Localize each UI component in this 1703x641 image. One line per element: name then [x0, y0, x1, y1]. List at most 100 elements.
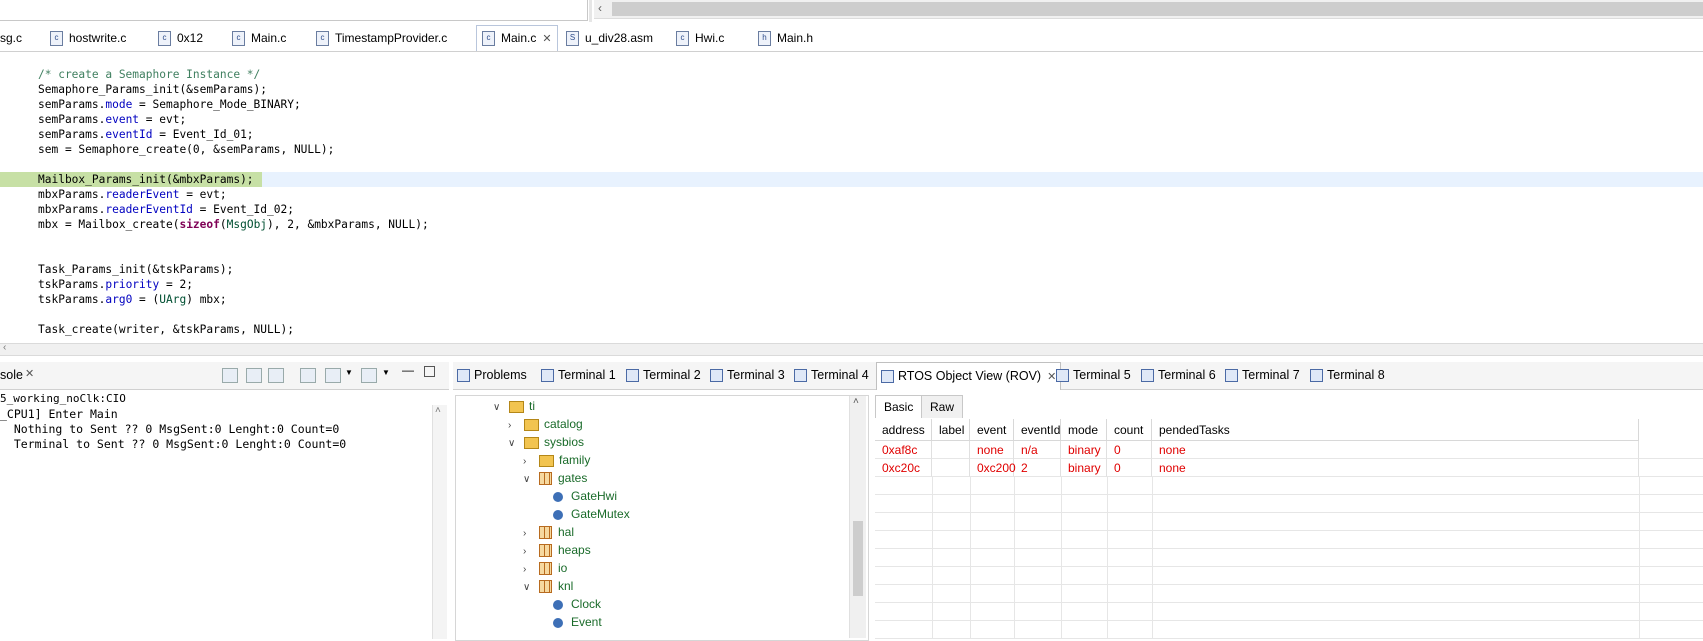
editor-tab[interactable]: c hostwrite.c: [50, 26, 126, 51]
editor-tab[interactable]: c TimestampProvider.c: [316, 26, 447, 51]
scroll-lock-icon[interactable]: [246, 368, 262, 383]
chevron-down-icon[interactable]: ∨: [523, 471, 533, 488]
console-subtitle: 5_working_noClk:CIO: [0, 392, 126, 405]
terminal-icon: [710, 369, 723, 383]
editor-tab-label: Main.c: [501, 31, 537, 45]
folder-icon: [539, 454, 554, 467]
chevron-down-icon[interactable]: ▼: [382, 368, 390, 377]
tab-terminal-7[interactable]: Terminal 7: [1225, 362, 1300, 389]
tab-terminal-4[interactable]: Terminal 4: [794, 362, 869, 389]
column-header[interactable]: eventId: [1014, 419, 1061, 441]
code-editor[interactable]: /* create a Semaphore Instance */ Semaph…: [0, 52, 1703, 342]
table-cell: [932, 459, 970, 477]
close-tab-icon[interactable]: ✕: [1047, 371, 1056, 383]
open-console-icon[interactable]: [361, 368, 377, 383]
column-header[interactable]: label: [932, 419, 970, 441]
editor-tab[interactable]: c 0x12: [158, 26, 203, 51]
minimize-icon[interactable]: —: [402, 363, 414, 377]
console-vertical-scrollbar[interactable]: ˄: [432, 405, 447, 639]
chevron-down-icon[interactable]: ∨: [493, 399, 503, 416]
tab-terminal-1[interactable]: Terminal 1: [541, 362, 616, 389]
top-strip: ‹: [0, 0, 1703, 22]
c-file-icon: c: [158, 31, 171, 47]
column-header[interactable]: pendedTasks: [1152, 419, 1639, 441]
editor-tab-active[interactable]: c Main.c ✕: [476, 25, 558, 51]
chevron-right-icon[interactable]: ›: [508, 417, 518, 434]
editor-tab[interactable]: h Main.h: [758, 26, 813, 51]
chevron-right-icon[interactable]: ›: [523, 453, 533, 470]
empty-row: [875, 603, 1703, 621]
tab-terminal-5[interactable]: Terminal 5: [1056, 362, 1131, 389]
empty-row: [875, 567, 1703, 585]
scroll-left-arrow-icon[interactable]: ‹: [598, 1, 602, 15]
tree-node-event[interactable]: Event: [553, 614, 602, 631]
column-header[interactable]: address: [875, 419, 932, 441]
tab-problems[interactable]: Problems: [457, 362, 527, 389]
chevron-down-icon[interactable]: ∨: [508, 435, 518, 452]
editor-tab[interactable]: sg.c: [0, 26, 22, 51]
close-tab-icon[interactable]: ✕: [25, 367, 34, 380]
tree-node-hal[interactable]: › hal: [523, 524, 574, 541]
word-wrap-icon[interactable]: [268, 368, 284, 383]
chevron-right-icon[interactable]: ›: [523, 543, 533, 560]
scroll-up-arrow-icon[interactable]: ˄: [435, 405, 441, 416]
column-header[interactable]: mode: [1061, 419, 1107, 441]
tab-raw[interactable]: Raw: [921, 395, 964, 418]
tree-node-clock[interactable]: Clock: [553, 596, 601, 613]
tree-node-knl[interactable]: ∨ knl: [523, 578, 573, 595]
editor-horizontal-scrollbar[interactable]: ‹: [0, 342, 1703, 356]
maximize-icon[interactable]: [424, 366, 435, 377]
clear-console-icon[interactable]: [222, 368, 238, 383]
editor-tab[interactable]: Su_div28.asm: [566, 26, 653, 51]
scroll-left-arrow-icon[interactable]: ‹: [3, 342, 6, 353]
tree-node-gatehwi[interactable]: GateHwi: [553, 488, 617, 505]
tree-node-io[interactable]: › io: [523, 560, 567, 577]
tree-node-catalog[interactable]: › catalog: [508, 416, 583, 433]
editor-tab-label: Main.c: [251, 31, 287, 45]
empty-row: [875, 621, 1703, 639]
empty-row: [875, 495, 1703, 513]
tree-node-ti[interactable]: ∨ ti: [493, 398, 535, 415]
tab-terminal-8[interactable]: Terminal 8: [1310, 362, 1385, 389]
table-cell: none: [1152, 459, 1639, 477]
chevron-down-icon[interactable]: ▼: [345, 368, 353, 377]
asm-file-icon: S: [566, 31, 579, 47]
column-header[interactable]: event: [970, 419, 1014, 441]
column-divider: [1061, 477, 1062, 639]
tab-basic[interactable]: Basic: [875, 395, 923, 418]
package-icon: [539, 580, 552, 594]
tab-rov[interactable]: RTOS Object View (ROV) ✕: [876, 362, 1062, 390]
editor-tab[interactable]: c Main.c: [232, 26, 286, 51]
column-header[interactable]: count: [1107, 419, 1152, 441]
chevron-down-icon[interactable]: ∨: [523, 579, 533, 596]
tree-node-sysbios[interactable]: ∨ sysbios: [508, 434, 584, 451]
table-row[interactable]: 0xaf8c none n/a binary 0 none: [875, 441, 1703, 459]
chevron-right-icon[interactable]: ›: [523, 561, 533, 578]
console-tab-label[interactable]: sole: [0, 368, 23, 382]
tab-terminal-2[interactable]: Terminal 2: [626, 362, 701, 389]
editor-tab[interactable]: c Hwi.c: [676, 26, 724, 51]
tab-terminal-3[interactable]: Terminal 3: [710, 362, 785, 389]
tree-vertical-scrollbar[interactable]: ˄: [849, 396, 866, 638]
top-scrollbar-thumb[interactable]: [612, 2, 1703, 16]
table-cell: 0: [1107, 441, 1152, 459]
tree-node-gatemutex[interactable]: GateMutex: [553, 506, 630, 523]
tree-node-family[interactable]: › family: [523, 452, 590, 469]
scroll-up-arrow-icon[interactable]: ˄: [853, 396, 859, 407]
tree-scrollbar-thumb[interactable]: [853, 521, 863, 596]
display-console-icon[interactable]: [325, 368, 341, 383]
rov-module-tree[interactable]: ∨ ti › catalog ∨ sysbios › family ∨ gates Gat…: [455, 395, 869, 641]
table-row[interactable]: 0xc20c 0xc200 2 binary 0 none: [875, 459, 1703, 477]
tree-node-gates[interactable]: ∨ gates: [523, 470, 587, 487]
tree-node-heaps[interactable]: › heaps: [523, 542, 591, 559]
view-tab-label: Problems: [474, 368, 527, 382]
chevron-right-icon[interactable]: ›: [523, 525, 533, 542]
tab-terminal-6[interactable]: Terminal 6: [1141, 362, 1216, 389]
terminal-icon: [541, 369, 554, 383]
pin-console-icon[interactable]: [300, 368, 316, 383]
empty-row: [875, 477, 1703, 495]
code-line: tskParams.arg0 = (UArg) mbx;: [38, 293, 227, 306]
column-divider: [970, 477, 971, 639]
close-tab-icon[interactable]: ✕: [542, 33, 551, 45]
table-cell: [932, 441, 970, 459]
